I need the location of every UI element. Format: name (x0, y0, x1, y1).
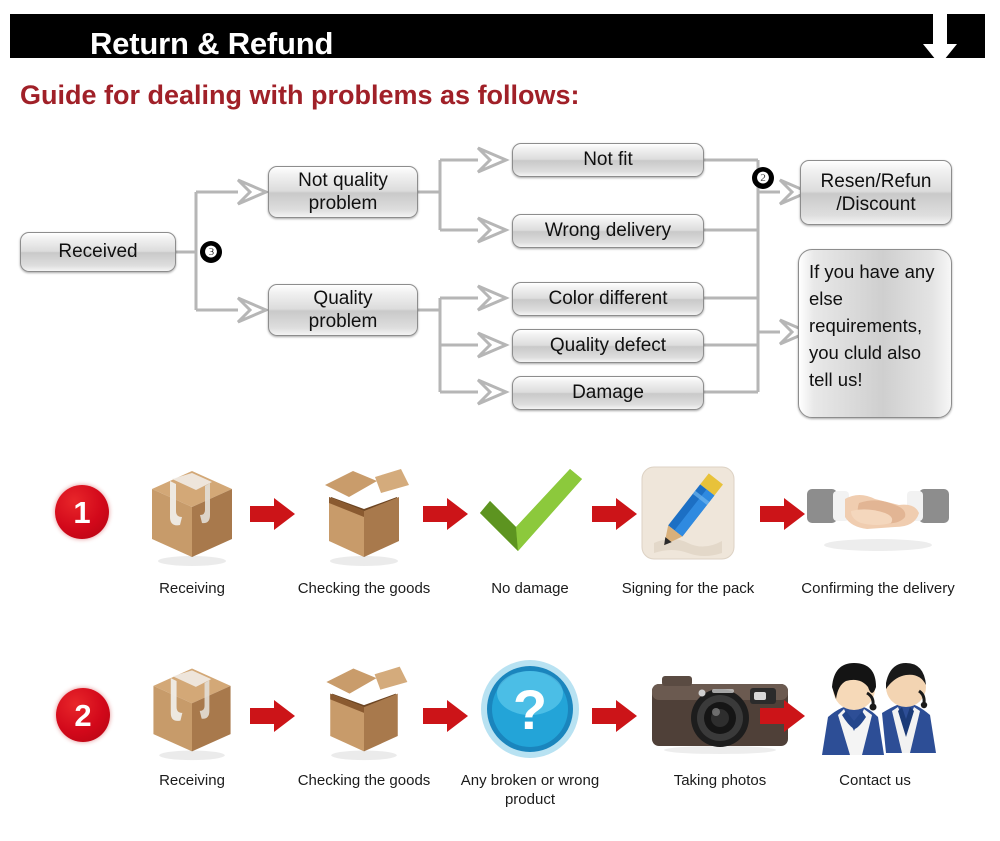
handshake-icon (788, 455, 968, 571)
flow-box-wrong-delivery: Wrong delivery (512, 214, 704, 248)
step-bubble-2: ❷ (752, 167, 774, 189)
problem-flowchart: Received ❸ ❷ Not quality problem Quality… (0, 130, 1000, 430)
process-step-no-damage: No damage (455, 455, 605, 598)
flow-box-color-different: Color different (512, 282, 704, 316)
process-step-checking-goods: Checking the goods (289, 455, 439, 598)
open-box-icon (289, 655, 439, 763)
flow-box-damage: Damage (512, 376, 704, 410)
sealed-box-icon (117, 455, 267, 571)
step-label: Receiving (159, 772, 225, 789)
row-badge-1: 1 (55, 485, 109, 539)
step-label: Signing for the pack (621, 580, 755, 597)
process-row-2: 2 Receiving Checking the goods ? Any bro… (0, 655, 1000, 841)
flow-box-line2: /Discount (836, 193, 916, 215)
open-box-icon (289, 455, 439, 571)
flow-box-quality-problem: Quality problem (268, 284, 418, 336)
flow-box-line2: problem (308, 311, 378, 332)
question-mark-icon: ? (455, 655, 605, 763)
process-step-confirming-delivery: Confirming the delivery (788, 455, 968, 598)
flow-box-not-fit: Not fit (512, 143, 704, 177)
flow-box-not-quality-problem: Not quality problem (268, 166, 418, 218)
process-step-receiving: Receiving (117, 455, 267, 598)
process-row-1: 1 Receiving Checking the goods No damage… (0, 455, 1000, 650)
step-label: Receiving (159, 580, 225, 597)
flow-box-resend-refund-discount: Resen/Refun /Discount (800, 160, 952, 225)
support-agents-icon (790, 655, 960, 763)
process-step-receiving: Receiving (117, 655, 267, 790)
process-step-any-broken: ? Any broken or wrong product (455, 655, 605, 809)
flow-box-received: Received (20, 232, 176, 272)
page-title: Return & Refund (90, 26, 334, 61)
process-step-contact-us: Contact us (790, 655, 960, 790)
flow-box-line1: Not quality (298, 170, 388, 191)
sealed-box-icon (117, 655, 267, 763)
process-step-checking-goods: Checking the goods (289, 655, 439, 790)
step-label: Checking the goods (297, 580, 431, 597)
arrow-right-icon (592, 700, 637, 732)
step-label: Taking photos (673, 772, 767, 789)
svg-text:?: ? (513, 678, 547, 741)
flow-box-line1: Quality (313, 288, 373, 309)
step-label: Confirming the delivery (801, 580, 955, 597)
return-refund-infographic: Return & Refund Guide for dealing with p… (0, 0, 1000, 841)
flow-box-other-requirements: If you have any else requirements, you c… (798, 249, 952, 418)
step-label: Contact us (839, 772, 911, 789)
step-label: No damage (491, 580, 569, 597)
flow-box-line2: problem (308, 193, 378, 214)
pencil-signature-icon (613, 455, 763, 571)
step-label: Checking the goods (297, 772, 431, 789)
process-step-signing: Signing for the pack (613, 455, 763, 598)
green-check-icon (455, 455, 605, 571)
flow-box-line1: Resen/Refun (820, 170, 932, 192)
step-bubble-3: ❸ (200, 241, 222, 263)
guide-heading: Guide for dealing with problems as follo… (20, 80, 580, 110)
row-badge-2: 2 (56, 688, 110, 742)
step-label: Any broken or wrong product (460, 772, 600, 808)
arrow-down-icon (923, 14, 957, 65)
header-bar: Return & Refund (10, 14, 985, 61)
flow-box-quality-defect: Quality defect (512, 329, 704, 363)
